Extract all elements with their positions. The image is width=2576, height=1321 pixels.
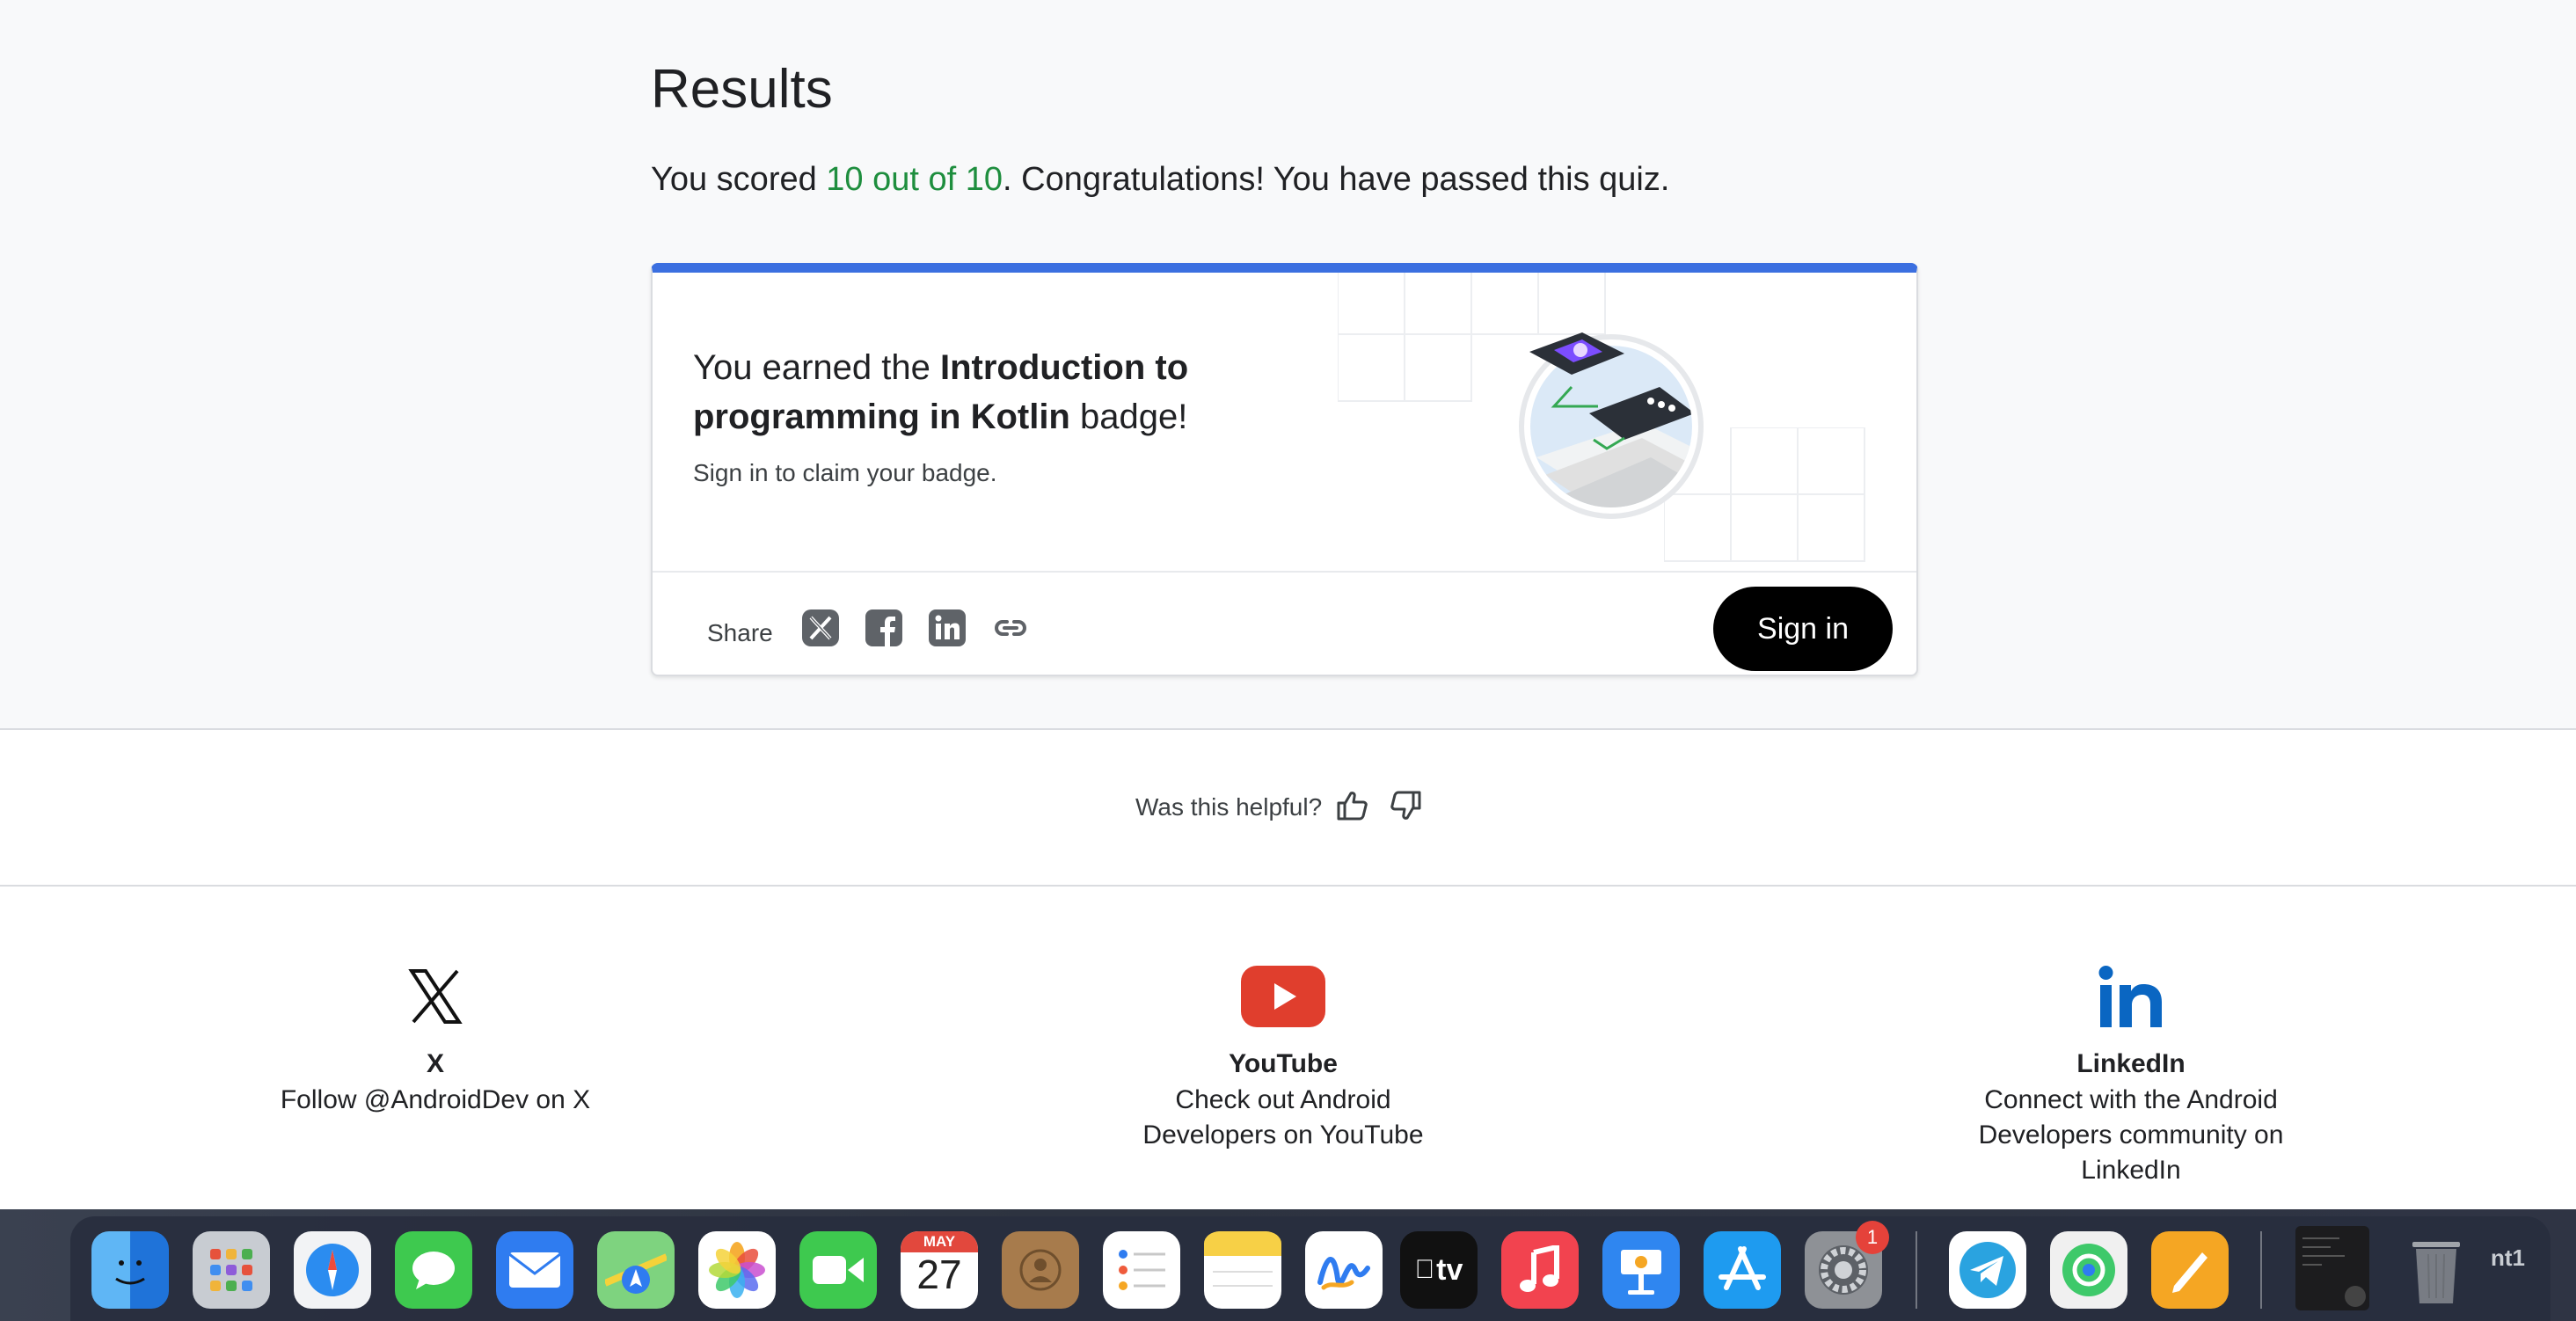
dock-separator xyxy=(1916,1231,1917,1309)
social-description: Follow @AndroidDev on X xyxy=(280,1085,591,1114)
apple-logo-icon:  xyxy=(1415,1255,1435,1285)
notes-icon[interactable] xyxy=(1204,1231,1281,1309)
settings-notification-badge: 1 xyxy=(1856,1221,1889,1254)
x-logo-icon xyxy=(215,954,655,1039)
score-prefix: You scored xyxy=(651,161,827,198)
keynote-icon[interactable] xyxy=(1602,1231,1680,1309)
badge-claim-text: Sign in to claim your badge. xyxy=(693,459,997,486)
linkedin-logo-icon xyxy=(1911,954,2351,1039)
share-linkedin-icon[interactable] xyxy=(928,609,967,647)
trash-icon[interactable] xyxy=(2397,1231,2475,1309)
social-x[interactable]: X Follow @AndroidDev on X xyxy=(215,954,655,1118)
calendar-day: 27 xyxy=(916,1252,962,1297)
helpful-question: Was this helpful? xyxy=(1135,793,1323,821)
score-suffix: . Congratulations! You have passed this … xyxy=(1003,161,1670,198)
photos-icon[interactable] xyxy=(698,1231,776,1309)
sign-in-button[interactable]: Sign in xyxy=(1713,587,1893,671)
social-name: YouTube xyxy=(1229,1049,1338,1078)
score-value: 10 out of 10 xyxy=(826,161,1003,198)
pages-icon[interactable] xyxy=(2151,1231,2229,1309)
minimized-window-thumbnail[interactable] xyxy=(2295,1226,2369,1310)
kotlin-badge-icon xyxy=(1519,332,1704,519)
share-x-icon[interactable] xyxy=(801,609,840,647)
social-name: X xyxy=(426,1049,444,1078)
launchpad-icon[interactable] xyxy=(193,1231,270,1309)
badge-text-suffix: badge! xyxy=(1069,398,1188,436)
find-my-icon[interactable] xyxy=(2050,1231,2127,1309)
finder-icon[interactable] xyxy=(91,1231,169,1309)
social-description: Connect with the Android Developers comm… xyxy=(1978,1085,2284,1185)
facetime-icon[interactable] xyxy=(799,1231,877,1309)
thumbs-up-icon[interactable] xyxy=(1335,788,1370,823)
social-description: Check out Android Developers on YouTube xyxy=(1142,1085,1424,1149)
badge-text-prefix: You earned the xyxy=(693,348,940,387)
contacts-icon[interactable] xyxy=(1002,1231,1079,1309)
dock-separator xyxy=(2260,1231,2262,1309)
score-summary: You scored 10 out of 10. Congratulations… xyxy=(651,161,1669,199)
telegram-icon[interactable] xyxy=(1949,1231,2026,1309)
social-name: LinkedIn xyxy=(2076,1049,2186,1078)
badge-card: You earned the Introduction to programmi… xyxy=(651,263,1918,676)
calendar-month: MAY xyxy=(901,1231,978,1252)
partial-window-label: nt1 xyxy=(2491,1244,2525,1271)
share-facebook-icon[interactable] xyxy=(865,609,903,647)
feedback-section: Was this helpful? xyxy=(0,732,2576,887)
app-store-icon[interactable] xyxy=(1704,1231,1781,1309)
thumbs-down-icon[interactable] xyxy=(1388,788,1423,823)
social-youtube[interactable]: YouTube Check out Android Developers on … xyxy=(1063,954,1503,1153)
maps-icon[interactable] xyxy=(597,1231,675,1309)
calendar-icon[interactable]: MAY 27 xyxy=(901,1231,978,1309)
page: Results You scored 10 out of 10. Congrat… xyxy=(0,0,2576,1209)
social-linkedin[interactable]: LinkedIn Connect with the Android Develo… xyxy=(1911,954,2351,1188)
safari-icon[interactable] xyxy=(294,1231,371,1309)
results-section: Results You scored 10 out of 10. Congrat… xyxy=(0,0,2576,730)
badge-earned-text: You earned the Introduction to programmi… xyxy=(693,343,1256,442)
share-label: Share xyxy=(707,619,773,646)
mail-icon[interactable] xyxy=(496,1231,573,1309)
tv-label: tv xyxy=(1426,1252,1463,1287)
youtube-logo-icon xyxy=(1063,954,1503,1039)
freeform-icon[interactable] xyxy=(1305,1231,1383,1309)
card-divider xyxy=(653,571,1916,573)
copy-link-icon[interactable] xyxy=(991,609,1030,647)
messages-icon[interactable] xyxy=(395,1231,472,1309)
page-title: Results xyxy=(651,59,833,120)
apple-tv-icon[interactable]: tv xyxy=(1400,1231,1478,1309)
music-icon[interactable] xyxy=(1501,1231,1579,1309)
reminders-icon[interactable] xyxy=(1103,1231,1180,1309)
